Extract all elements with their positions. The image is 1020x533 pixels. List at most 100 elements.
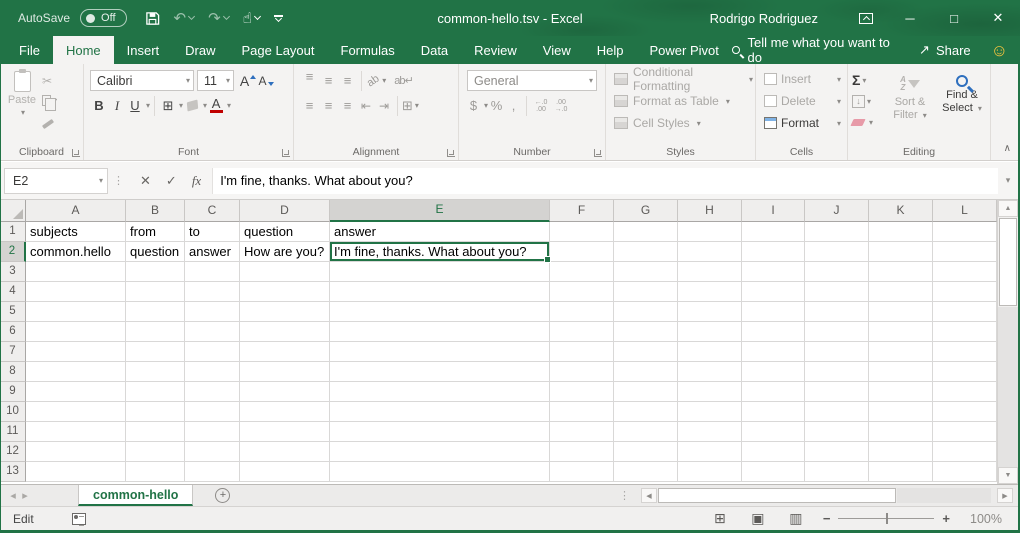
collapse-ribbon-button[interactable]: ∧ [1004, 143, 1011, 154]
cell-D4[interactable] [240, 282, 330, 302]
cell-C6[interactable] [185, 322, 240, 342]
tab-view[interactable]: View [530, 36, 584, 64]
cell-L5[interactable] [933, 302, 997, 322]
align-center-button[interactable]: ≡ [319, 98, 338, 113]
cell-I13[interactable] [742, 462, 805, 482]
cell-B13[interactable] [126, 462, 185, 482]
fill-button[interactable]: ↓▾ [852, 92, 884, 110]
cell-I1[interactable] [742, 222, 805, 242]
italic-button[interactable]: I [108, 96, 126, 116]
cell-K7[interactable] [869, 342, 933, 362]
touch-mode-dropdown-icon[interactable] [254, 13, 261, 20]
cell-A4[interactable] [26, 282, 126, 302]
view-page-break-button[interactable]: ▥ [777, 510, 815, 527]
cell-D8[interactable] [240, 362, 330, 382]
cut-button[interactable]: ✂ [42, 72, 57, 89]
cell-J5[interactable] [805, 302, 869, 322]
cell-L1[interactable] [933, 222, 997, 242]
cell-H7[interactable] [678, 342, 742, 362]
cell-K4[interactable] [869, 282, 933, 302]
copy-button[interactable]: ▾ [42, 92, 57, 109]
comma-style-button[interactable]: , [505, 98, 522, 113]
cell-L7[interactable] [933, 342, 997, 362]
vertical-scrollbar-thumb[interactable] [999, 218, 1017, 306]
cell-A13[interactable] [26, 462, 126, 482]
zoom-level[interactable]: 100% [958, 512, 1002, 526]
cell-J4[interactable] [805, 282, 869, 302]
cell-H11[interactable] [678, 422, 742, 442]
cell-G9[interactable] [614, 382, 678, 402]
cell-J2[interactable] [805, 242, 869, 262]
horizontal-scrollbar[interactable]: ◀ ▶ [641, 488, 1013, 503]
cell-K13[interactable] [869, 462, 933, 482]
customize-quick-access-toolbar-button[interactable] [274, 15, 283, 20]
cell-D11[interactable] [240, 422, 330, 442]
view-normal-button[interactable]: ⊞ [701, 510, 739, 527]
font-color-button[interactable]: A [207, 96, 225, 116]
cell-J10[interactable] [805, 402, 869, 422]
cell-K9[interactable] [869, 382, 933, 402]
cell-F12[interactable] [550, 442, 614, 462]
cell-D7[interactable] [240, 342, 330, 362]
cell-E3[interactable] [330, 262, 550, 282]
cell-L12[interactable] [933, 442, 997, 462]
cell-J1[interactable] [805, 222, 869, 242]
row-header-5[interactable]: 5 [0, 302, 26, 322]
decrease-indent-button[interactable]: ⇤ [357, 99, 375, 113]
orientation-dropdown-icon[interactable]: ▾ [382, 76, 386, 85]
column-header-E[interactable]: E [330, 200, 550, 222]
cell-E1[interactable]: answer [330, 222, 550, 242]
user-name[interactable]: Rodrigo Rodriguez [710, 11, 818, 26]
tab-insert[interactable]: Insert [114, 36, 173, 64]
cell-H2[interactable] [678, 242, 742, 262]
cell-I6[interactable] [742, 322, 805, 342]
merge-center-button[interactable]: ⊞ [402, 98, 413, 114]
cell-J13[interactable] [805, 462, 869, 482]
cell-H10[interactable] [678, 402, 742, 422]
share-button[interactable]: ↗ Share [919, 42, 971, 58]
format-cells-button[interactable]: Format ▾ [758, 112, 845, 134]
cell-D2[interactable]: How are you? [240, 242, 330, 262]
wrap-text-button[interactable]: ab↵ [394, 74, 412, 87]
cell-E11[interactable] [330, 422, 550, 442]
cell-H8[interactable] [678, 362, 742, 382]
column-header-G[interactable]: G [614, 200, 678, 222]
cell-I4[interactable] [742, 282, 805, 302]
merge-dropdown-icon[interactable]: ▾ [415, 101, 419, 110]
cell-J12[interactable] [805, 442, 869, 462]
accounting-format-button[interactable]: $ [465, 98, 482, 113]
cell-D3[interactable] [240, 262, 330, 282]
cell-J11[interactable] [805, 422, 869, 442]
cell-C8[interactable] [185, 362, 240, 382]
cell-B5[interactable] [126, 302, 185, 322]
cell-K5[interactable] [869, 302, 933, 322]
name-box[interactable]: E2 ▾ [4, 168, 108, 194]
cell-C1[interactable]: to [185, 222, 240, 242]
autosave-toggle[interactable]: Off [80, 9, 126, 27]
tab-power-pivot[interactable]: Power Pivot [637, 36, 732, 64]
close-button[interactable]: ✕ [976, 0, 1020, 36]
cell-C4[interactable] [185, 282, 240, 302]
cell-G8[interactable] [614, 362, 678, 382]
feedback-smiley-icon[interactable]: ☺ [991, 42, 1008, 59]
cell-D9[interactable] [240, 382, 330, 402]
select-all-button[interactable] [0, 200, 26, 222]
clear-button[interactable]: ▾ [852, 113, 884, 131]
cell-E12[interactable] [330, 442, 550, 462]
formula-input[interactable]: I'm fine, thanks. What about you? [213, 168, 998, 194]
number-format-dropdown-icon[interactable]: ▾ [589, 76, 593, 85]
percent-style-button[interactable]: % [488, 98, 505, 113]
tab-file[interactable]: File [6, 36, 53, 64]
maximize-button[interactable]: □ [932, 0, 976, 36]
cell-K6[interactable] [869, 322, 933, 342]
cell-F5[interactable] [550, 302, 614, 322]
font-color-dropdown-icon[interactable]: ▾ [227, 101, 231, 110]
row-header-3[interactable]: 3 [0, 262, 26, 282]
cell-E2[interactable]: I'm fine, thanks. What about you? [330, 242, 550, 262]
zoom-slider-thumb[interactable] [886, 513, 888, 524]
cell-B10[interactable] [126, 402, 185, 422]
cell-G10[interactable] [614, 402, 678, 422]
zoom-slider[interactable] [838, 518, 934, 519]
cell-F9[interactable] [550, 382, 614, 402]
horizontal-scrollbar-track[interactable] [897, 488, 991, 503]
